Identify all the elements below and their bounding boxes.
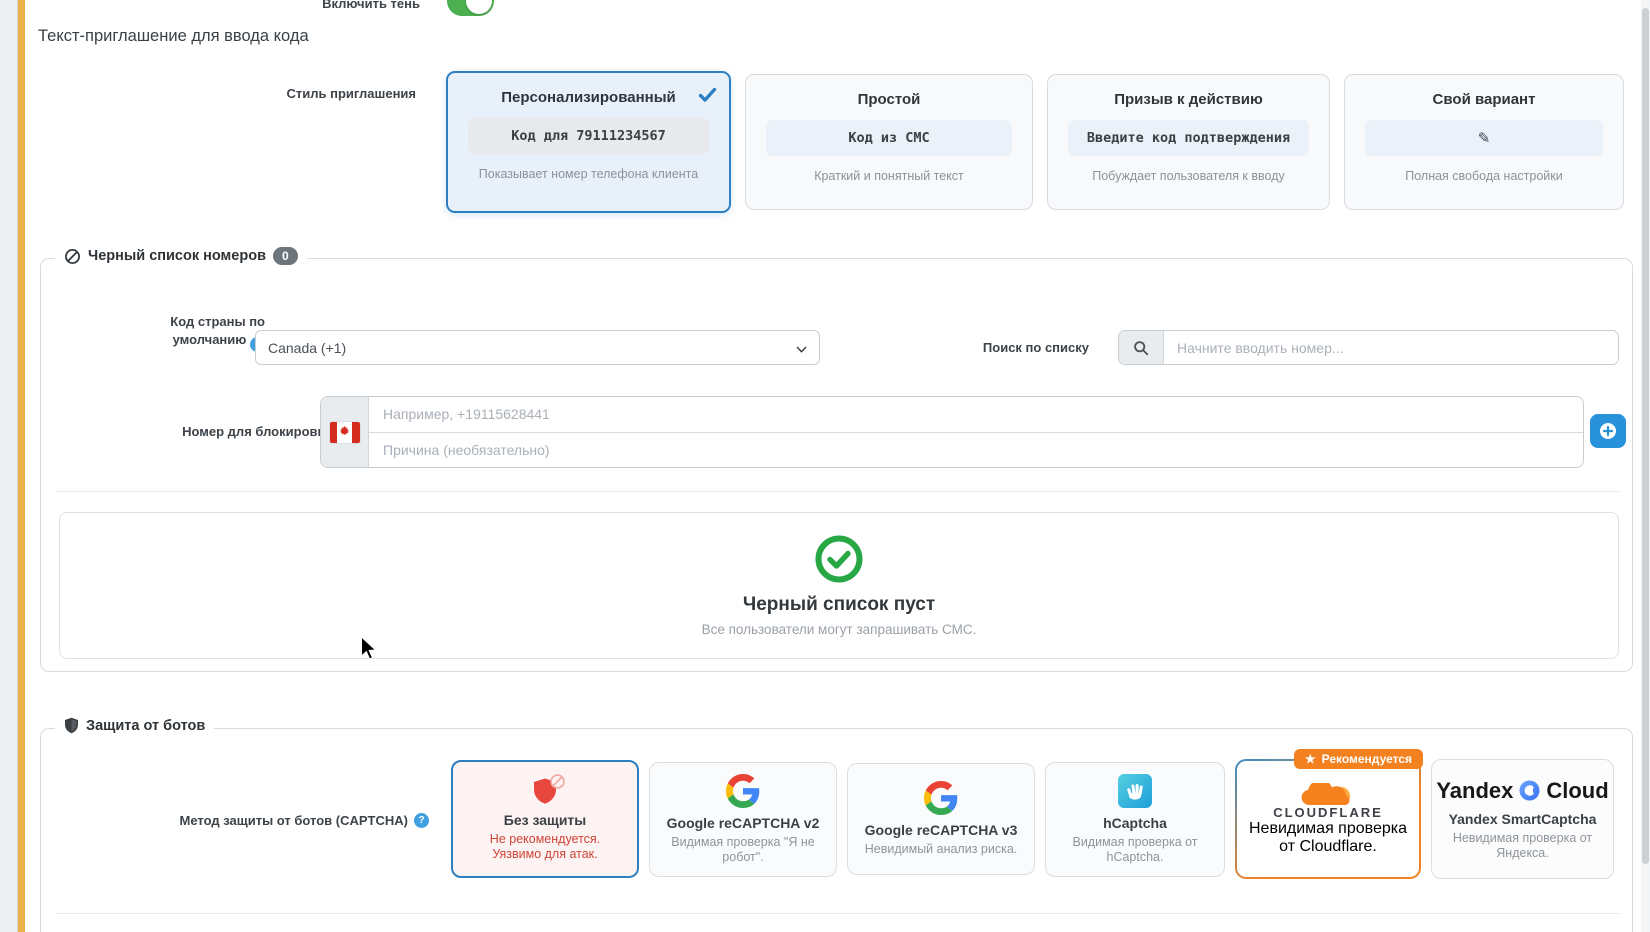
add-number-button[interactable] bbox=[1590, 414, 1626, 448]
captcha-option-title: Без защиты bbox=[504, 812, 587, 828]
empty-state-subtitle: Все пользователи могут запрашивать СМС. bbox=[702, 622, 977, 637]
search-addon bbox=[1119, 331, 1164, 364]
style-option-personalized[interactable]: Персонализированный Код для 79111234567 … bbox=[446, 71, 731, 213]
captcha-option-desc: Невидимая проверка от Яндекса. bbox=[1444, 831, 1601, 861]
shadow-toggle[interactable] bbox=[447, 0, 494, 16]
shield-icon bbox=[64, 717, 79, 734]
search-input[interactable] bbox=[1164, 331, 1618, 364]
captcha-option-yandex[interactable]: Yandex Cloud Yandex SmartCaptcha Невидим… bbox=[1431, 759, 1614, 879]
style-option-desc: Краткий и понятный текст bbox=[760, 169, 1018, 183]
captcha-method-label: Метод защиты от ботов (CAPTCHA) ? bbox=[41, 813, 429, 828]
flag-addon bbox=[321, 397, 369, 467]
chevron-down-icon bbox=[796, 340, 807, 356]
cloudflare-brand: CLOUDFLARE bbox=[1273, 805, 1383, 820]
captcha-option-title: Google reCAPTCHA v3 bbox=[865, 822, 1018, 838]
style-option-title: Простой bbox=[760, 91, 1018, 108]
yandex-cloud-logo: Yandex Cloud bbox=[1436, 778, 1608, 804]
captcha-option-desc: Невидимый анализ риска. bbox=[865, 842, 1018, 857]
captcha-option-desc: Видимая проверка "Я не робот". bbox=[662, 835, 824, 865]
scrollbar-thumb[interactable] bbox=[1642, 8, 1649, 864]
page-gutter bbox=[0, 0, 18, 932]
page-title: Текст-приглашение для ввода кода bbox=[38, 27, 309, 46]
captcha-options: Без защиты Не рекомендуется. Уязвимо для… bbox=[451, 751, 1614, 887]
yandex-cloud-icon bbox=[1519, 780, 1540, 801]
invite-style-options: Персонализированный Код для 79111234567 … bbox=[446, 70, 1624, 214]
shield-off-icon bbox=[532, 777, 558, 805]
block-reason-input[interactable] bbox=[369, 433, 1583, 468]
country-code-value: Canada (+1) bbox=[268, 340, 346, 356]
captcha-option-title: Yandex SmartCaptcha bbox=[1449, 811, 1597, 827]
captcha-option-cloudflare[interactable]: ★ Рекомендуется CLOUDFLARE Невидимая про… bbox=[1235, 759, 1421, 879]
star-icon: ★ bbox=[1305, 752, 1316, 766]
style-option-call-to-action[interactable]: Призыв к действию Введите код подтвержде… bbox=[1047, 74, 1330, 210]
plus-circle-icon bbox=[1599, 422, 1617, 440]
captcha-option-desc: Невидимая проверка от Cloudflare. bbox=[1247, 820, 1409, 856]
blacklist-section: Черный список номеров 0 Код страны по ум… bbox=[40, 258, 1633, 672]
divider bbox=[56, 491, 1619, 492]
canada-flag-icon bbox=[330, 422, 360, 443]
country-code-label: Код страны по умолчанию ? bbox=[125, 313, 265, 352]
orange-accent-bar bbox=[18, 0, 25, 932]
blocked-circle-icon bbox=[64, 248, 81, 265]
toggle-knob bbox=[466, 0, 492, 14]
style-option-sample: Код для 79111234567 bbox=[468, 118, 709, 154]
captcha-option-title: Google reCAPTCHA v2 bbox=[667, 815, 820, 831]
style-option-desc: Показывает номер телефона клиента bbox=[462, 167, 715, 181]
pencil-icon: ✎ bbox=[1478, 129, 1491, 147]
captcha-option-warning: Не рекомендуется. Уязвимо для атак. bbox=[465, 832, 625, 862]
blacklist-legend: Черный список номеров 0 bbox=[55, 247, 307, 265]
bots-legend: Защита от ботов bbox=[55, 717, 214, 734]
divider bbox=[56, 913, 1619, 914]
captcha-option-recaptcha-v2[interactable]: Google reCAPTCHA v2 Видимая проверка "Я … bbox=[649, 762, 837, 877]
style-option-sample: ✎ bbox=[1365, 120, 1603, 156]
search-label: Поиск по списку bbox=[889, 339, 1089, 357]
help-icon[interactable]: ? bbox=[414, 813, 429, 828]
style-option-title: Персонализированный bbox=[462, 89, 715, 106]
style-option-desc: Полная свобода настройки bbox=[1359, 169, 1609, 183]
style-label: Стиль приглашения bbox=[0, 86, 416, 101]
settings-page: Включить тень Текст-приглашение для ввод… bbox=[0, 0, 1650, 932]
style-option-title: Призыв к действию bbox=[1062, 91, 1315, 108]
style-option-sample: Введите код подтверждения bbox=[1068, 120, 1309, 156]
style-option-sample: Код из СМС bbox=[766, 120, 1012, 156]
blacklist-count-badge: 0 bbox=[273, 247, 298, 265]
check-icon bbox=[698, 85, 717, 109]
google-icon bbox=[924, 781, 958, 815]
block-number-label: Номер для блокировки bbox=[82, 423, 332, 441]
recommended-badge: ★ Рекомендуется bbox=[1294, 749, 1423, 769]
style-option-desc: Побуждает пользователя к вводу bbox=[1062, 169, 1315, 183]
phone-number-input[interactable] bbox=[369, 397, 1583, 433]
captcha-option-title: hCaptcha bbox=[1103, 815, 1167, 831]
style-option-custom[interactable]: Свой вариант ✎ Полная свобода настройки bbox=[1344, 74, 1624, 210]
empty-state-title: Черный список пуст bbox=[743, 594, 935, 616]
blacklist-legend-text: Черный список номеров bbox=[88, 248, 266, 264]
bot-protection-section: Защита от ботов Метод защиты от ботов (C… bbox=[40, 728, 1633, 932]
country-code-select[interactable]: Canada (+1) bbox=[255, 330, 820, 365]
success-check-icon bbox=[815, 535, 863, 583]
shadow-toggle-label: Включить тень bbox=[0, 0, 420, 11]
bots-legend-text: Защита от ботов bbox=[86, 718, 205, 734]
captcha-option-none[interactable]: Без защиты Не рекомендуется. Уязвимо для… bbox=[451, 760, 639, 878]
blacklist-empty-state: Черный список пуст Все пользователи могу… bbox=[59, 512, 1619, 659]
captcha-option-hcaptcha[interactable]: hCaptcha Видимая проверка от hCaptcha. bbox=[1045, 762, 1225, 877]
style-option-title: Свой вариант bbox=[1359, 91, 1609, 108]
block-number-group bbox=[320, 396, 1584, 468]
captcha-option-recaptcha-v3[interactable]: Google reCAPTCHA v3 Невидимый анализ рис… bbox=[847, 763, 1035, 875]
captcha-option-desc: Видимая проверка от hCaptcha. bbox=[1058, 835, 1212, 865]
hcaptcha-icon bbox=[1118, 774, 1152, 808]
search-group bbox=[1118, 330, 1619, 365]
search-icon bbox=[1133, 340, 1149, 356]
style-option-simple[interactable]: Простой Код из СМС Краткий и понятный те… bbox=[745, 74, 1033, 210]
google-icon bbox=[726, 774, 760, 808]
